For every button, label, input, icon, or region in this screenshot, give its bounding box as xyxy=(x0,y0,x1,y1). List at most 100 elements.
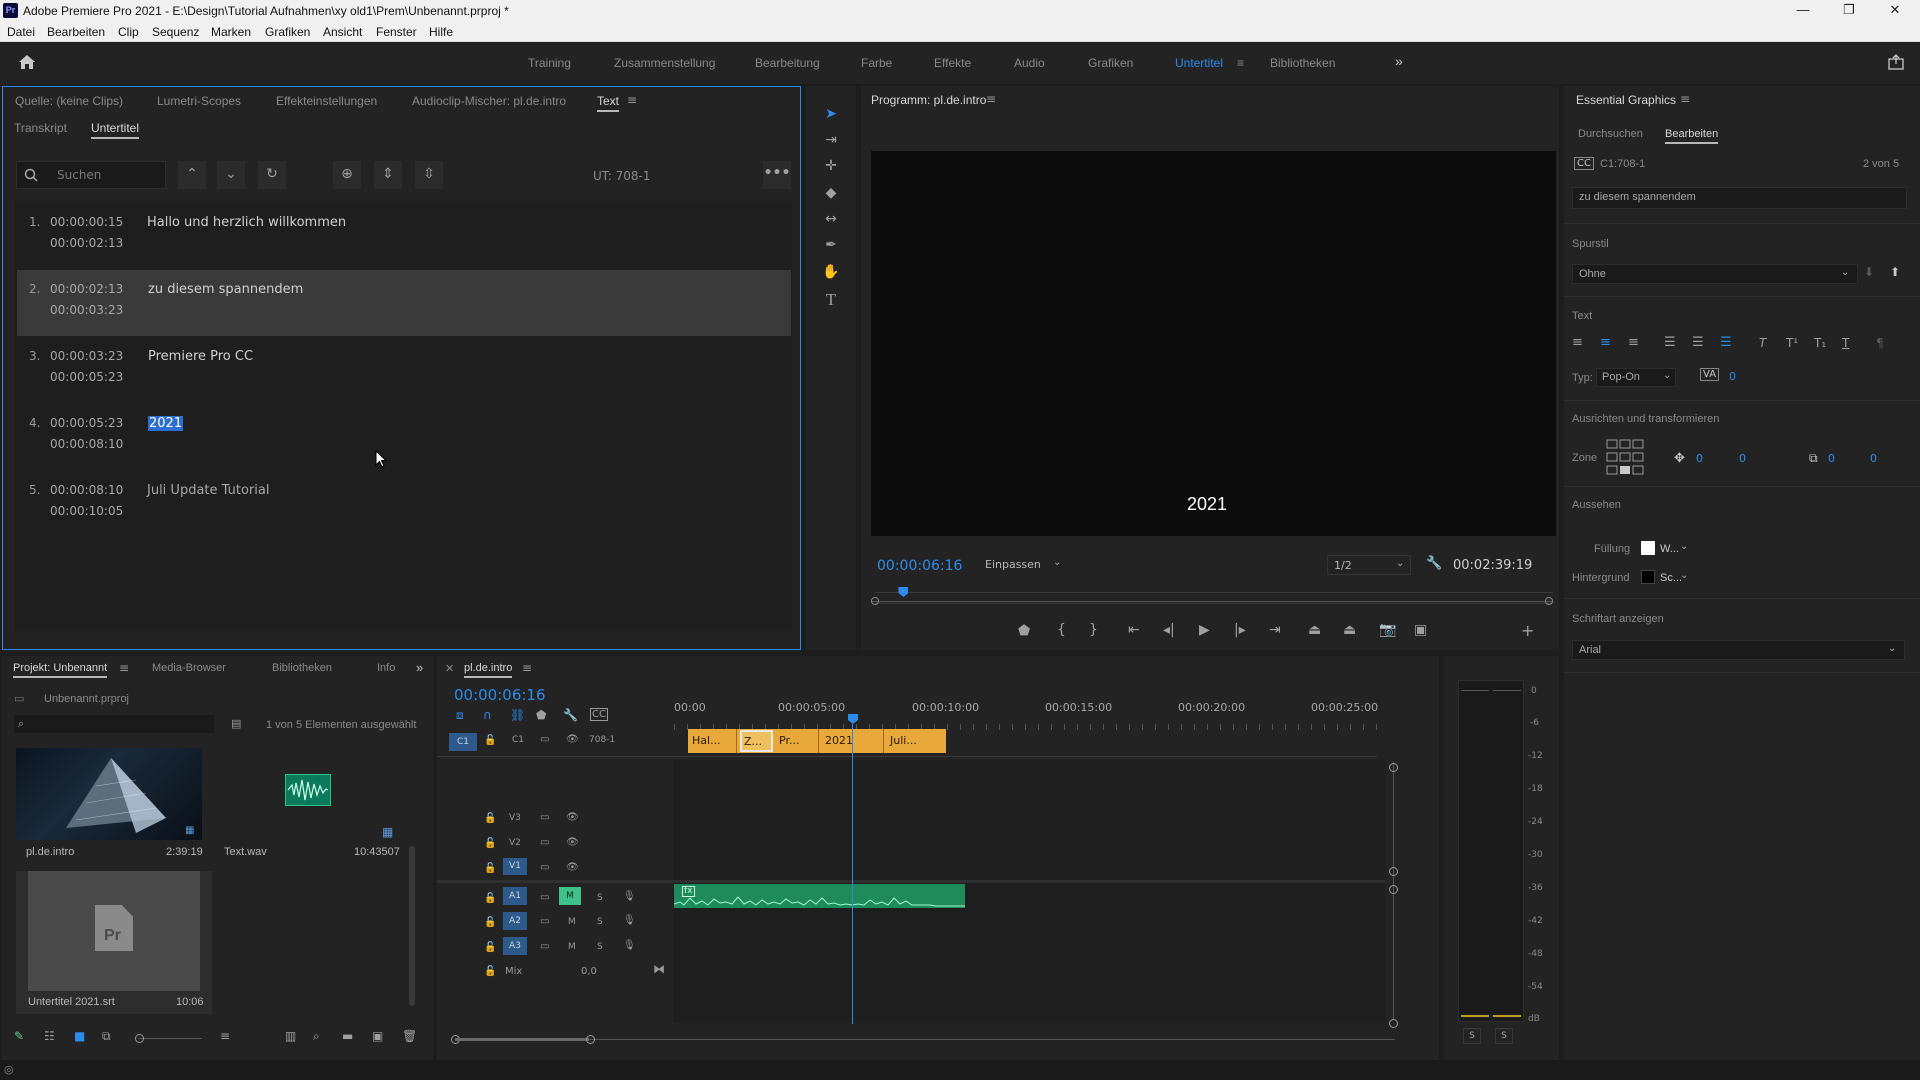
workspace-effekte[interactable]: Effekte xyxy=(934,56,971,70)
workspace-menu-icon[interactable]: ≡ xyxy=(1237,56,1244,70)
toggle-sync-icon[interactable]: ▭ xyxy=(540,916,549,927)
tab-bearbeiten[interactable]: Bearbeiten xyxy=(1665,128,1719,144)
lock-icon[interactable]: 🔓 xyxy=(484,917,496,928)
comparison-view-icon[interactable]: ▣ xyxy=(1414,622,1427,638)
position-y[interactable]: 0 xyxy=(1739,452,1746,465)
add-marker-icon[interactable]: ⬟ xyxy=(536,708,546,722)
zoom-handle-left[interactable] xyxy=(871,597,879,605)
caption-text-field[interactable]: zu diesem spannendem xyxy=(1572,187,1907,209)
push-style-icon[interactable]: ⬇ xyxy=(1864,265,1874,279)
caption-in-time[interactable]: 00:00:08:10 xyxy=(50,483,123,497)
timeline-timecode[interactable]: 00:00:06:16 xyxy=(454,686,546,704)
align-top-icon[interactable]: ☰ xyxy=(1664,335,1676,350)
caption-out-time[interactable]: 00:00:08:10 xyxy=(50,437,123,451)
eye-icon[interactable]: 👁 xyxy=(566,837,579,848)
caption-row[interactable]: 1. 00:00:00:15 00:00:02:13 Hallo und her… xyxy=(17,203,791,269)
caption-text[interactable]: zu diesem spannendem xyxy=(148,282,303,297)
lock-icon[interactable]: 🔓 xyxy=(484,838,496,849)
previous-caption-button[interactable]: ⌃ xyxy=(178,161,206,189)
type-tool-icon[interactable]: T xyxy=(820,290,842,310)
caption-text[interactable]: Juli Update Tutorial xyxy=(147,483,269,498)
tab-source[interactable]: Quelle: (keine Clips) xyxy=(15,94,123,108)
v-scroll-handle-a[interactable] xyxy=(1389,885,1398,894)
zoom-handle-right[interactable] xyxy=(586,1035,595,1044)
eye-icon[interactable]: 👁 xyxy=(566,812,579,823)
track-style-dropdown[interactable]: Ohne ⌄ xyxy=(1572,264,1858,284)
search-box[interactable]: Suchen xyxy=(16,161,166,189)
underline-icon[interactable]: T xyxy=(1842,336,1849,350)
hand-tool-icon[interactable]: ✋ xyxy=(820,264,842,280)
lock-icon[interactable]: 🔓 xyxy=(484,893,496,904)
time-ruler[interactable] xyxy=(875,586,1553,604)
menu-sequenz[interactable]: Sequenz xyxy=(152,25,199,39)
lock-icon[interactable]: 🔓 xyxy=(484,813,496,824)
align-bottom-icon[interactable]: ☰ xyxy=(1720,335,1732,350)
zone-grid[interactable] xyxy=(1606,439,1644,477)
fill-color-swatch[interactable] xyxy=(1641,541,1655,555)
microphone-icon[interactable]: 🎙 xyxy=(623,915,636,926)
snap-icon[interactable]: ∩ xyxy=(483,708,492,722)
mix-value[interactable]: 0,0 xyxy=(581,966,597,977)
timeline-playhead-line[interactable] xyxy=(852,724,853,1024)
play-icon[interactable]: ▶ xyxy=(1199,622,1210,638)
mute-button-a3[interactable]: M xyxy=(568,942,576,952)
workspace-zusammenstellung[interactable]: Zusammenstellung xyxy=(614,56,715,70)
panel-menu-icon[interactable]: ≡ xyxy=(986,92,996,106)
subtab-transkript[interactable]: Transkript xyxy=(14,121,67,135)
playhead-timecode[interactable]: 00:00:06:16 xyxy=(877,558,962,574)
solo-right-button[interactable]: S xyxy=(1495,1028,1513,1044)
track-label-a2[interactable]: A2 xyxy=(503,912,527,930)
background-color-swatch[interactable] xyxy=(1641,570,1655,584)
caption-track-target[interactable]: C1 xyxy=(449,733,477,751)
sort-icon[interactable]: ≡ xyxy=(220,1029,230,1043)
slip-tool-icon[interactable]: ↔ xyxy=(820,211,842,227)
ripple-edit-tool-icon[interactable]: ✛ xyxy=(820,158,842,174)
project-scrollbar[interactable] xyxy=(409,846,415,1006)
resolution-dropdown[interactable]: 1/2 ⌄ xyxy=(1327,555,1411,575)
essential-graphics-title[interactable]: Essential Graphics xyxy=(1576,93,1676,107)
subscript-icon[interactable]: T₁ xyxy=(1814,336,1826,350)
track-label-a1[interactable]: A1 xyxy=(503,887,527,905)
solo-button-a3[interactable]: S xyxy=(597,942,603,952)
caption-text-highlighted[interactable]: 2021 xyxy=(148,416,184,431)
caption-out-time[interactable]: 00:00:03:23 xyxy=(50,303,123,317)
write-protect-icon[interactable]: ✎ xyxy=(14,1029,24,1043)
caption-clip-selected[interactable]: Z... xyxy=(740,730,773,752)
zoom-bar-range[interactable] xyxy=(455,1038,589,1041)
new-bin-from-search-icon[interactable]: ▤ xyxy=(231,717,241,730)
caption-in-time[interactable]: 00:00:00:15 xyxy=(50,215,123,229)
mute-button-a1[interactable]: M xyxy=(559,887,581,905)
menu-datei[interactable]: Datei xyxy=(7,25,35,39)
toggle-sync-icon[interactable]: ▭ xyxy=(540,862,549,873)
go-to-in-icon[interactable]: ⇤ xyxy=(1128,622,1140,638)
caption-clip[interactable]: Pr... xyxy=(775,729,819,753)
find-icon[interactable]: ⌕ xyxy=(313,1029,320,1044)
workspace-bearbeitung[interactable]: Bearbeitung xyxy=(755,56,820,70)
position-x[interactable]: 0 xyxy=(1696,452,1703,465)
panel-menu-icon[interactable]: ≡ xyxy=(627,93,637,107)
workspace-farbe[interactable]: Farbe xyxy=(861,56,892,70)
caption-in-time[interactable]: 00:00:02:13 xyxy=(50,282,123,296)
lift-icon[interactable]: ⏏ xyxy=(1308,622,1321,638)
panel-menu-icon[interactable]: ≡ xyxy=(522,661,532,675)
sync-style-icon[interactable]: ⬆ xyxy=(1890,265,1900,279)
close-tab-icon[interactable]: ✕ xyxy=(445,662,454,675)
microphone-icon[interactable]: 🎙 xyxy=(623,940,636,951)
minimize-button[interactable]: — xyxy=(1780,0,1826,22)
fit-dropdown[interactable]: Einpassen ⌄ xyxy=(979,555,1069,575)
add-marker-icon[interactable]: ⬟ xyxy=(1018,623,1030,639)
menu-clip[interactable]: Clip xyxy=(118,25,139,39)
tab-text[interactable]: Text xyxy=(597,94,620,112)
caption-row[interactable]: 4. 00:00:05:23 00:00:08:10 2021 xyxy=(17,404,791,470)
close-button[interactable]: ✕ xyxy=(1872,0,1918,22)
selection-tool-icon[interactable]: ➤ xyxy=(820,106,842,122)
lock-icon[interactable]: 🔓 xyxy=(484,735,496,746)
menu-marken[interactable]: Marken xyxy=(211,25,251,39)
solo-left-button[interactable]: S xyxy=(1463,1028,1481,1044)
export-frame-icon[interactable]: 📷 xyxy=(1379,622,1396,638)
share-icon[interactable] xyxy=(1888,54,1904,73)
track-label-a3[interactable]: A3 xyxy=(503,937,527,955)
tab-durchsuchen[interactable]: Durchsuchen xyxy=(1578,128,1643,140)
caption-clip[interactable]: Juli... xyxy=(886,729,946,753)
toggle-sync-icon[interactable]: ▭ xyxy=(540,892,549,903)
